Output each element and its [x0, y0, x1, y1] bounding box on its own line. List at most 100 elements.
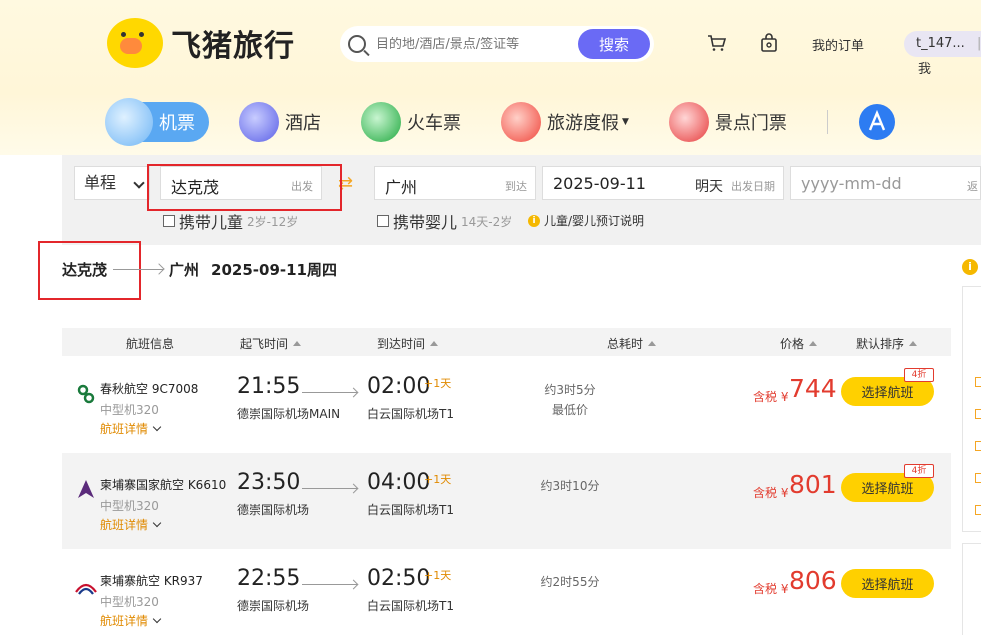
route-to: 广州 — [169, 261, 200, 279]
logo-text: 飞猪旅行 — [171, 29, 295, 64]
sort-duration[interactable]: 总耗时 — [607, 335, 657, 352]
arrive-time: 02:00 — [367, 374, 431, 399]
filter-checkbox[interactable] — [975, 409, 981, 419]
chevron-down-icon — [152, 518, 162, 528]
username: t_147... — [916, 36, 965, 51]
filter-checkbox[interactable] — [975, 505, 981, 515]
tax-included-label: 含税 ¥ — [753, 390, 789, 404]
arrive-time: 04:00 — [367, 470, 431, 495]
flight-duration: 约3时5分 — [544, 383, 596, 397]
filter-checkbox[interactable] — [975, 473, 981, 483]
arrow-right-icon — [302, 392, 357, 393]
username-suffix: 我 — [918, 62, 932, 77]
flight-duration: 约2时55分 — [540, 575, 600, 589]
chevron-down-icon — [152, 422, 162, 432]
nav-trains[interactable]: 火车票 — [361, 98, 461, 146]
infant-checkbox[interactable]: 携带婴儿 14天-2岁 — [377, 209, 512, 233]
flight-details-link[interactable]: 航班详情 — [100, 420, 162, 437]
price: 744 — [789, 374, 837, 403]
route-summary: 达克茂 广州 2025-09-11周四 — [62, 259, 337, 280]
depart-time: 21:55 — [237, 374, 301, 399]
category-nav: 机票 酒店 火车票 旅游度假 ▼ 景点门票 — [105, 98, 896, 146]
search-input[interactable] — [376, 36, 576, 52]
airline-name: 柬埔寨航空 KR937 — [100, 574, 203, 588]
sort-icon — [809, 341, 818, 346]
search-button[interactable]: 搜索 — [578, 29, 650, 59]
user-menu[interactable]: t_147... | 我 — [904, 31, 981, 77]
depart-time: 23:50 — [237, 470, 301, 495]
arrive-airport: 白云国际机场T1 — [367, 503, 454, 517]
airline-name: 春秋航空 9C7008 — [100, 382, 199, 396]
sort-default[interactable]: 默认排序 — [856, 335, 918, 352]
spring-airlines-logo-icon — [77, 384, 95, 404]
my-orders-link[interactable]: 我的订单 — [812, 35, 864, 54]
sort-arrive-time[interactable]: 到达时间 — [377, 335, 439, 352]
ai-assistant-icon[interactable] — [858, 103, 896, 141]
header-flight-info: 航班信息 — [126, 337, 175, 351]
cambodia-angkor-air-logo-icon — [78, 480, 94, 498]
chevron-down-icon: ▼ — [622, 117, 629, 127]
depart-time: 22:55 — [237, 566, 301, 591]
filter-checkbox[interactable] — [975, 441, 981, 451]
route-from: 达克茂 — [62, 261, 108, 279]
highlight-from-field — [147, 164, 342, 211]
depart-airport: 德崇国际机场 — [237, 599, 310, 613]
aircraft-type: 中型机320 — [100, 499, 159, 513]
nav-vacation[interactable]: 旅游度假 ▼ — [501, 98, 629, 146]
arrive-airport: 白云国际机场T1 — [367, 407, 454, 421]
nav-hotels[interactable]: 酒店 — [239, 98, 321, 146]
flight-details-link[interactable]: 航班详情 — [100, 516, 162, 533]
return-date-field[interactable]: yyyy-mm-dd 返 — [790, 166, 981, 200]
price: 801 — [789, 470, 837, 499]
flight-row: 春秋航空 9C7008 中型机320 航班详情 21:55 02:00 +1天 … — [62, 357, 951, 453]
info-icon: i — [528, 214, 540, 227]
cambodia-airways-logo-icon — [75, 583, 97, 595]
nav-flights[interactable]: 机票 — [105, 98, 209, 146]
tax-included-label: 含税 ¥ — [753, 486, 789, 500]
plane-icon — [105, 98, 153, 146]
chevron-down-icon — [133, 177, 145, 189]
flight-row: 柬埔寨国家航空 K6610 中型机320 航班详情 23:50 04:00 +1… — [62, 453, 951, 549]
plus-day-badge: +1天 — [424, 377, 452, 390]
bag-icon[interactable] — [760, 33, 778, 53]
cart-icon[interactable] — [707, 34, 727, 52]
child-checkbox[interactable]: 携带儿童 2岁-12岁 — [163, 209, 298, 233]
nav-divider — [826, 110, 828, 134]
ticket-icon — [668, 102, 709, 142]
sort-icon — [293, 341, 302, 346]
airline-name: 柬埔寨国家航空 K6610 — [100, 478, 227, 492]
arrive-time: 02:50 — [367, 566, 431, 591]
pig-logo-icon — [107, 18, 163, 68]
lowest-price-tag: 最低价 — [551, 403, 588, 417]
info-icon[interactable]: i — [962, 259, 978, 275]
arrow-right-icon — [302, 584, 357, 585]
to-city-field[interactable]: 广州 到达 — [374, 166, 536, 200]
flight-duration: 约3时10分 — [540, 479, 600, 493]
plus-day-badge: +1天 — [424, 473, 452, 486]
arrive-airport: 白云国际机场T1 — [367, 599, 454, 613]
sort-icon — [430, 341, 439, 346]
flight-details-link[interactable]: 航班详情 — [100, 612, 162, 629]
discount-badge: 4折 — [904, 464, 934, 478]
depart-date-field[interactable]: 2025-09-11 明天 出发日期 — [542, 166, 784, 200]
select-flight-button[interactable]: 选择航班 — [841, 569, 934, 598]
hotel-icon — [239, 102, 279, 142]
depart-airport: 德崇国际机场MAIN — [237, 407, 341, 421]
nav-tickets[interactable]: 景点门票 — [668, 98, 787, 146]
trip-type-select[interactable]: 单程 — [74, 166, 150, 200]
sort-icon — [909, 341, 918, 346]
chevron-down-icon — [152, 614, 162, 624]
discount-badge: 4折 — [904, 368, 934, 382]
train-icon — [361, 102, 401, 142]
site-logo[interactable]: 飞猪旅行 — [107, 18, 295, 68]
plus-day-badge: +1天 — [424, 569, 452, 582]
search-icon — [348, 35, 366, 53]
filter-checkbox[interactable] — [975, 377, 981, 387]
child-infant-notice-link[interactable]: i 儿童/婴儿预订说明 — [528, 212, 644, 229]
tax-included-label: 含税 ¥ — [753, 582, 789, 596]
sort-icon — [648, 341, 657, 346]
sort-price[interactable]: 价格 — [780, 335, 818, 352]
flight-row: 柬埔寨航空 KR937 中型机320 航班详情 22:55 02:50 +1天 … — [62, 549, 951, 635]
sort-depart-time[interactable]: 起飞时间 — [240, 335, 302, 352]
aircraft-type: 中型机320 — [100, 403, 159, 417]
